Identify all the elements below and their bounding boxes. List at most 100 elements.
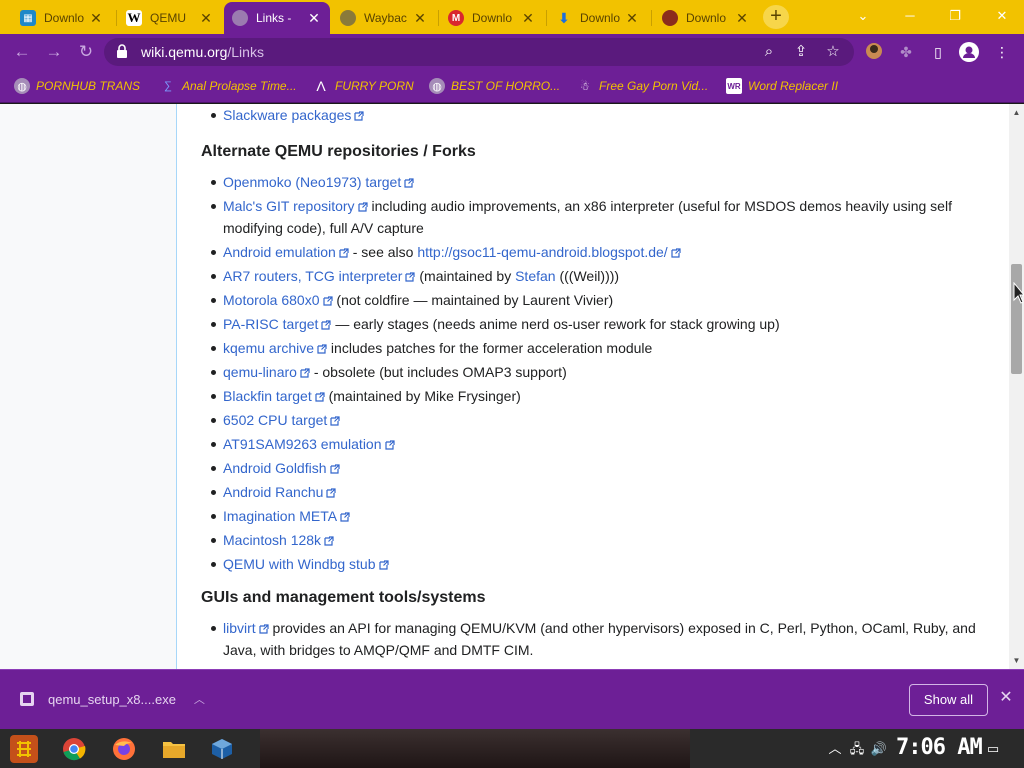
close-icon[interactable]: ✕ [996, 688, 1016, 708]
external-link[interactable]: PA-RISC target [223, 316, 332, 332]
firefox-icon[interactable] [110, 735, 138, 763]
external-link[interactable]: Imagination META [223, 508, 350, 524]
globe-icon [232, 10, 248, 26]
bookmark-item[interactable]: ☃ Free Gay Porn Vid... [577, 77, 708, 95]
close-icon[interactable]: ✕ [88, 10, 104, 27]
scrollbar-thumb[interactable] [1011, 264, 1022, 374]
external-link[interactable]: http://gsoc11-qemu-android.blogspot.de/ [417, 244, 681, 260]
user-link[interactable]: Stefan [515, 268, 555, 284]
external-link[interactable]: Malc's GIT repository [223, 198, 368, 214]
bookmark-star-icon[interactable]: ☆ [824, 43, 842, 61]
close-icon[interactable]: ✕ [734, 10, 750, 27]
close-icon[interactable]: ✕ [306, 10, 322, 27]
external-link[interactable]: QEMU with Windbg stub [223, 556, 389, 572]
tab-title: Downlo [472, 11, 513, 25]
show-all-button[interactable]: Show all [909, 684, 988, 716]
avatar[interactable] [959, 42, 979, 62]
item-description: - obsolete (but includes OMAP3 support) [309, 364, 567, 380]
close-window-button[interactable]: ✕ [992, 6, 1012, 26]
chrome-icon[interactable] [60, 735, 88, 763]
tab-title: QEMU [150, 11, 186, 25]
tab-download-1[interactable]: ▦ Downlo ✕ [12, 4, 112, 32]
bookmark-item[interactable]: Λ FURRY PORN [313, 77, 413, 95]
list-item: 6502 CPU target [177, 409, 977, 431]
start-icon[interactable] [10, 735, 38, 763]
profile-extension-icon[interactable] [864, 42, 884, 62]
external-link[interactable]: Blackfin target [223, 388, 325, 404]
close-icon[interactable]: ✕ [198, 10, 214, 27]
tab-links-active[interactable]: Links - ✕ [224, 2, 330, 34]
external-link-icon [324, 536, 334, 546]
reload-button[interactable]: ↻ [75, 41, 97, 63]
globe-icon: ◍ [14, 78, 30, 94]
list-item: Blackfin target (maintained by Mike Frys… [177, 385, 977, 407]
extensions-puzzle-icon[interactable]: ✤ [896, 42, 916, 62]
external-link-icon [671, 248, 681, 258]
notifications-icon[interactable]: ▭ [984, 740, 1002, 758]
tab-wayback[interactable]: Waybac ✕ [332, 4, 436, 32]
external-link-icon [321, 320, 332, 330]
external-link[interactable]: qemu-linaro [223, 364, 310, 380]
external-link[interactable]: Android Goldfish [223, 460, 340, 476]
new-tab-button[interactable]: + [763, 5, 789, 29]
item-description: includes patches for the former accelera… [327, 340, 653, 356]
forward-button[interactable]: → [43, 41, 65, 63]
list-item: Slackware packages [177, 104, 977, 126]
globe-icon: ◍ [429, 78, 445, 94]
share-icon[interactable]: ⇪ [792, 43, 810, 61]
search-icon[interactable]: ⌕ [760, 43, 778, 61]
scroll-up-arrow[interactable]: ▲ [1012, 108, 1021, 117]
scroll-down-arrow[interactable]: ▼ [1012, 656, 1021, 665]
file-explorer-icon[interactable] [160, 735, 188, 763]
address-bar[interactable]: wiki.qemu.org/Links ⌕ ⇪ ☆ [104, 38, 854, 66]
external-link-icon [300, 368, 310, 378]
volume-icon[interactable]: 🔊 [870, 740, 888, 758]
external-link[interactable]: Macintosh 128k [223, 532, 334, 548]
external-link[interactable]: kqemu archive [223, 340, 327, 356]
bookmark-item[interactable]: ∑ Anal Prolapse Time... [160, 77, 297, 95]
tab-download-2[interactable]: ⬇ Downlo ✕ [548, 4, 648, 32]
external-link[interactable]: libvirt [223, 620, 269, 636]
close-icon[interactable]: ✕ [520, 10, 536, 27]
system-clock[interactable]: 7:06 AM [896, 735, 983, 760]
back-button[interactable]: ← [11, 41, 33, 63]
external-link[interactable]: 6502 CPU target [223, 412, 340, 428]
download-filename: qemu_setup_x8....exe [48, 691, 176, 707]
tab-search-icon[interactable]: ⌄ [853, 6, 873, 26]
tray-overflow-icon[interactable]: ︿ [826, 740, 844, 758]
minimize-button[interactable]: ─ [900, 6, 920, 26]
tab-download-3[interactable]: Downlo ✕ [654, 4, 758, 32]
external-link[interactable]: Android emulation [223, 244, 349, 260]
menu-icon[interactable]: ⋮ [992, 42, 1012, 62]
bookmark-item[interactable]: ◍ BEST OF HORRO... [429, 77, 560, 95]
page-scrollbar[interactable]: ▲ ▼ [1009, 104, 1024, 669]
external-link-icon [354, 111, 365, 121]
browser-toolbar: ← → ↻ wiki.qemu.org/Links ⌕ ⇪ ☆ ✤ ▯ ⋮ [0, 34, 1024, 70]
external-link[interactable]: AT91SAM9263 emulation [223, 436, 395, 452]
item-description: (maintained by Mike Frysinger) [324, 388, 521, 404]
bookmark-item[interactable]: WR Word Replacer II [726, 77, 838, 95]
restore-button[interactable]: ❐ [945, 6, 965, 26]
external-link[interactable]: AR7 routers, TCG interpreter [223, 268, 416, 284]
lock-icon[interactable] [116, 44, 128, 58]
external-link[interactable]: Motorola 680x0 [223, 292, 333, 308]
external-link[interactable]: Android Ranchu [223, 484, 337, 500]
tab-qemu-wikipedia[interactable]: W QEMU ✕ [118, 4, 222, 32]
bookmark-label: Anal Prolapse Time... [182, 79, 297, 93]
list-item: QEMU with Windbg stub [177, 553, 977, 575]
item-description: - see also [348, 244, 418, 260]
close-icon[interactable]: ✕ [624, 10, 640, 27]
close-icon[interactable]: ✕ [412, 10, 428, 27]
bookmark-item[interactable]: ◍ PORNHUB TRANS [14, 77, 140, 95]
network-icon[interactable]: 🖧 [848, 740, 866, 758]
virtualbox-icon[interactable] [208, 735, 236, 763]
download-item[interactable]: qemu_setup_x8....exe ︿ [18, 688, 205, 710]
chevron-up-icon[interactable]: ︿ [194, 691, 205, 707]
external-link[interactable]: Openmoko (Neo1973) target [223, 174, 414, 190]
external-link-icon [378, 560, 389, 570]
url-text[interactable]: wiki.qemu.org/Links [141, 44, 264, 60]
tab-download-mega[interactable]: M Downlo ✕ [440, 4, 544, 32]
external-link-icon [404, 178, 414, 188]
side-panel-icon[interactable]: ▯ [928, 42, 948, 62]
external-link[interactable]: Slackware packages [223, 107, 365, 123]
